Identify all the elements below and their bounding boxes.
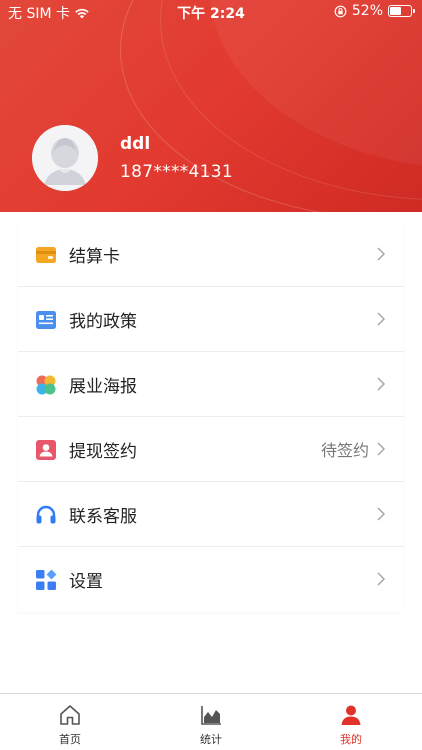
profile-header: 无 SIM 卡 下午 2:24 52% ddl 187****4131 [0,0,422,212]
menu-item-label: 展业海报 [69,376,137,397]
orientation-lock-icon [334,5,347,17]
contract-icon [36,440,56,460]
status-bar: 无 SIM 卡 下午 2:24 52% [0,0,422,24]
policy-icon [36,311,56,329]
menu-item-label: 结算卡 [69,246,120,267]
menu-item-my-policy[interactable]: 我的政策 [18,287,404,352]
battery-percent: 52% [351,3,383,19]
menu-list: 结算卡 我的政策 展业海报 提现签约 待签约 联系客服 设置 [18,222,404,612]
person-icon [341,705,361,725]
tab-label: 首页 [59,733,81,746]
menu-item-poster[interactable]: 展业海报 [18,352,404,417]
chevron-right-icon [377,312,386,326]
chevron-right-icon [377,247,386,261]
contract-status-text: 待签约 [320,441,369,460]
chevron-right-icon [377,572,386,586]
menu-item-label: 设置 [69,572,103,592]
poster-icon [36,375,56,395]
username: ddl [120,134,151,154]
tab-mine[interactable]: 我的 [321,694,381,750]
tab-home[interactable]: 首页 [40,694,100,750]
menu-item-settlement-card[interactable]: 结算卡 [18,222,404,287]
menu-item-label: 我的政策 [69,311,137,332]
phone-number: 187****4131 [120,162,234,182]
battery-icon [388,5,415,17]
chevron-right-icon [377,442,386,456]
chevron-right-icon [377,377,386,391]
menu-item-label: 联系客服 [69,506,137,527]
avatar[interactable] [32,125,98,191]
chart-icon [201,706,221,725]
tab-statistics[interactable]: 统计 [181,694,241,750]
card-icon [36,247,56,263]
menu-item-label: 提现签约 [69,441,137,462]
home-icon [60,705,80,725]
menu-item-settings[interactable]: 设置 [18,547,404,612]
menu-item-customer-service[interactable]: 联系客服 [18,482,404,547]
tab-label: 我的 [340,733,362,746]
menu-item-withdraw-contract[interactable]: 提现签约 待签约 [18,417,404,482]
tab-label: 统计 [200,733,222,746]
tab-bar: 首页 统计 我的 [0,693,422,750]
settings-icon [36,569,57,590]
headset-icon [36,505,56,524]
chevron-right-icon [377,507,386,521]
